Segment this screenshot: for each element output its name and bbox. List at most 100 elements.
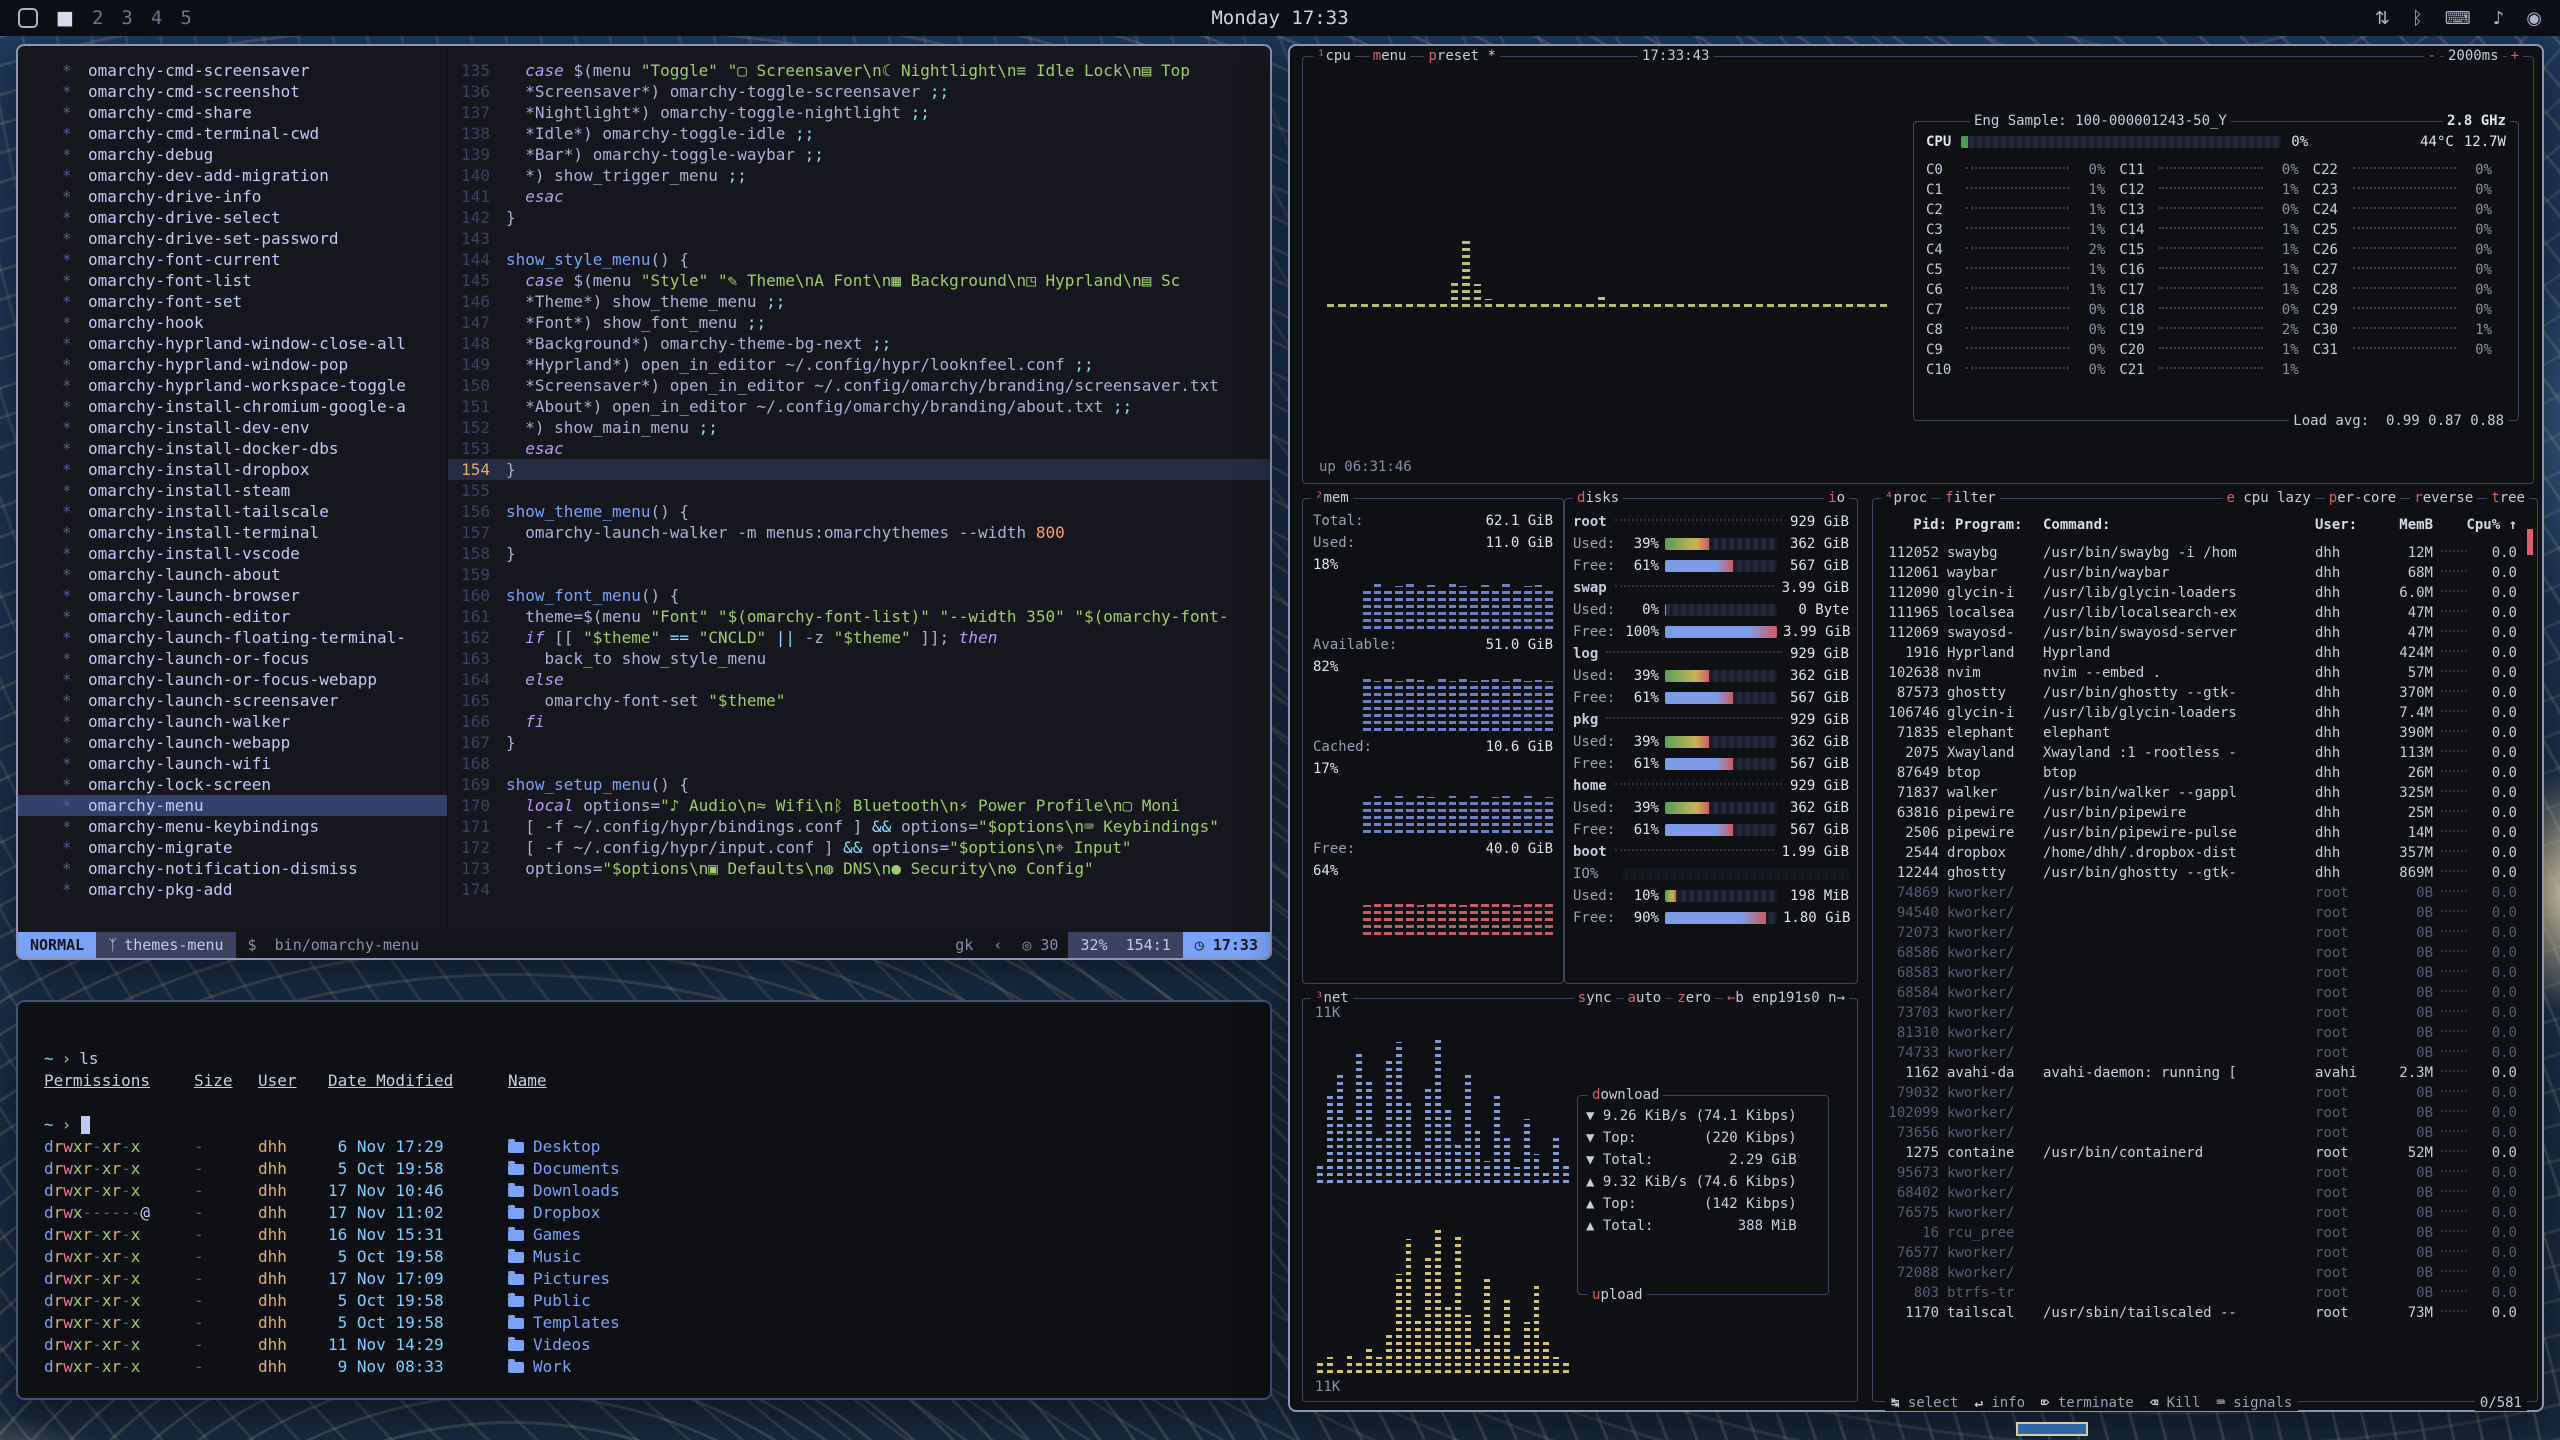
prompt-line[interactable]: ~ ›	[44, 1114, 1244, 1136]
code-line[interactable]: 144 show_style_menu() {	[448, 249, 1270, 270]
workspace-item[interactable]: 5	[180, 7, 191, 29]
process-row[interactable]: 72088 kworker/ root 0B 0.0	[1883, 1263, 2517, 1283]
filter-button[interactable]: filter	[1941, 490, 2000, 506]
process-row[interactable]: 112061 waybar /usr/bin/waybar dhh 68M 0.…	[1883, 563, 2517, 583]
interval-decrease[interactable]: -	[2424, 48, 2440, 64]
cpu-box-tab[interactable]: menu	[1369, 48, 1411, 64]
window-terminal[interactable]: ~ › ls Permissions Size User Date Modifi…	[16, 1000, 1272, 1400]
process-row[interactable]: 94540 kworker/ root 0B 0.0	[1883, 903, 2517, 923]
workspace-item[interactable]: 2	[92, 7, 103, 29]
process-row[interactable]: 111965 localsea /usr/lib/localsearch-ex …	[1883, 603, 2517, 623]
file-item[interactable]: * omarchy-lock-screen	[18, 774, 447, 795]
proc-tab[interactable]: ⁴proc	[1881, 490, 1931, 506]
code-line[interactable]: 145 case $(menu "Style" "✎ Theme\nA Font…	[448, 270, 1270, 291]
code-line[interactable]: 170 local options="♪ Audio\n≈ Wifi\nᛒ Bl…	[448, 795, 1270, 816]
file-item[interactable]: * omarchy-launch-or-focus-webapp	[18, 669, 447, 690]
code-line[interactable]: 140 *) show_trigger_menu ;;	[448, 165, 1270, 186]
process-row[interactable]: 68584 kworker/ root 0B 0.0	[1883, 983, 2517, 1003]
code-line[interactable]: 164 else	[448, 669, 1270, 690]
proc-header[interactable]: Pid: Program: Command: User: MemB Cpu% ↑	[1883, 517, 2517, 533]
io-tab[interactable]: io	[1824, 490, 1849, 506]
file-item[interactable]: * omarchy-install-tailscale	[18, 501, 447, 522]
process-row[interactable]: 1275 containe /usr/bin/containerd root 5…	[1883, 1143, 2517, 1163]
file-item[interactable]: * omarchy-install-dropbox	[18, 459, 447, 480]
file-item[interactable]: * omarchy-font-current	[18, 249, 447, 270]
code-line[interactable]: 148 *Background*) omarchy-theme-bg-next …	[448, 333, 1270, 354]
file-item[interactable]: * omarchy-menu	[18, 795, 447, 816]
process-row[interactable]: 74733 kworker/ root 0B 0.0	[1883, 1043, 2517, 1063]
process-row[interactable]: 68583 kworker/ root 0B 0.0	[1883, 963, 2517, 983]
process-row[interactable]: 74869 kworker/ root 0B 0.0	[1883, 883, 2517, 903]
file-item[interactable]: * omarchy-cmd-share	[18, 102, 447, 123]
file-item[interactable]: * omarchy-hook	[18, 312, 447, 333]
file-item[interactable]: * omarchy-launch-editor	[18, 606, 447, 627]
proc-action[interactable]: ⌨ signals	[2216, 1395, 2292, 1411]
code-line[interactable]: 141 esac	[448, 186, 1270, 207]
process-row[interactable]: 71837 walker /usr/bin/walker --gappl dhh…	[1883, 783, 2517, 803]
process-row[interactable]: 87573 ghostty /usr/bin/ghostty --gtk- dh…	[1883, 683, 2517, 703]
process-row[interactable]: 72073 kworker/ root 0B 0.0	[1883, 923, 2517, 943]
process-row[interactable]: 1162 avahi-da avahi-daemon: running [ av…	[1883, 1063, 2517, 1083]
file-item[interactable]: * omarchy-cmd-screenshot	[18, 81, 447, 102]
code-line[interactable]: 157 omarchy-launch-walker -m menus:omarc…	[448, 522, 1270, 543]
file-item[interactable]: * omarchy-install-steam	[18, 480, 447, 501]
file-item[interactable]: * omarchy-drive-info	[18, 186, 447, 207]
file-item[interactable]: * omarchy-pkg-add	[18, 879, 447, 900]
file-item[interactable]: * omarchy-install-terminal	[18, 522, 447, 543]
workspace-item[interactable]: 3	[121, 7, 132, 29]
file-item[interactable]: * omarchy-notification-dismiss	[18, 858, 447, 879]
code-line[interactable]: 147 *Font*) show_font_menu ;;	[448, 312, 1270, 333]
file-item[interactable]: * omarchy-font-list	[18, 270, 447, 291]
net-option-tab[interactable]: zero	[1673, 990, 1715, 1006]
process-row[interactable]: 87649 btop btop dhh 26M 0.0	[1883, 763, 2517, 783]
file-item[interactable]: * omarchy-install-dev-env	[18, 417, 447, 438]
process-row[interactable]: 79032 kworker/ root 0B 0.0	[1883, 1083, 2517, 1103]
process-row[interactable]: 106746 glycin-i /usr/lib/glycin-loaders …	[1883, 703, 2517, 723]
process-row[interactable]: 76577 kworker/ root 0B 0.0	[1883, 1243, 2517, 1263]
file-item[interactable]: * omarchy-launch-floating-terminal-	[18, 627, 447, 648]
proc-option-tab[interactable]: per-core	[2325, 490, 2400, 506]
code-line[interactable]: 172 [ -f ~/.config/hypr/input.conf ] && …	[448, 837, 1270, 858]
code-line[interactable]: 173 options="$options\n▣ Defaults\n◍ DNS…	[448, 858, 1270, 879]
process-row[interactable]: 2544 dropbox /home/dhh/.dropbox-dist dhh…	[1883, 843, 2517, 863]
file-item[interactable]: * omarchy-launch-about	[18, 564, 447, 585]
process-row[interactable]: 63816 pipewire /usr/bin/pipewire dhh 25M…	[1883, 803, 2517, 823]
net-option-tab[interactable]: sync	[1574, 990, 1616, 1006]
process-row[interactable]: 102099 kworker/ root 0B 0.0	[1883, 1103, 2517, 1123]
file-item[interactable]: * omarchy-menu-keybindings	[18, 816, 447, 837]
code-line[interactable]: 150 *Screensaver*) open_in_editor ~/.con…	[448, 375, 1270, 396]
file-item[interactable]: * omarchy-drive-set-password	[18, 228, 447, 249]
process-row[interactable]: 16 rcu_pree root 0B 0.0	[1883, 1223, 2517, 1243]
net-tab[interactable]: ³net	[1311, 990, 1353, 1006]
file-item[interactable]: * omarchy-install-docker-dbs	[18, 438, 447, 459]
proc-action[interactable]: ⌦ terminate	[2041, 1395, 2134, 1411]
code-line[interactable]: 174	[448, 879, 1270, 900]
proc-scrollbar[interactable]	[2527, 529, 2533, 555]
process-row[interactable]: 81310 kworker/ root 0B 0.0	[1883, 1023, 2517, 1043]
process-row[interactable]: 12244 ghostty /usr/bin/ghostty --gtk- dh…	[1883, 863, 2517, 883]
window-btop[interactable]: ¹cpu menu preset * 17:33:43 - 2000ms + u…	[1288, 44, 2544, 1412]
process-row[interactable]: 68586 kworker/ root 0B 0.0	[1883, 943, 2517, 963]
process-row[interactable]: 73703 kworker/ root 0B 0.0	[1883, 1003, 2517, 1023]
code-line[interactable]: 156 show_theme_menu() {	[448, 501, 1270, 522]
code-line[interactable]: 153 esac	[448, 438, 1270, 459]
code-line[interactable]: 163 back_to show_style_menu	[448, 648, 1270, 669]
interval-increase[interactable]: +	[2507, 48, 2523, 64]
code-line[interactable]: 154 }	[448, 459, 1270, 480]
file-item[interactable]: * omarchy-dev-add-migration	[18, 165, 447, 186]
process-row[interactable]: 112090 glycin-i /usr/lib/glycin-loaders …	[1883, 583, 2517, 603]
power-menu-icon[interactable]: ◉	[2526, 8, 2542, 29]
file-item[interactable]: * omarchy-install-chromium-google-a	[18, 396, 447, 417]
process-row[interactable]: 2506 pipewire /usr/bin/pipewire-pulse dh…	[1883, 823, 2517, 843]
file-item[interactable]: * omarchy-launch-browser	[18, 585, 447, 606]
code-line[interactable]: 166 fi	[448, 711, 1270, 732]
process-row[interactable]: 112052 swaybg /usr/bin/swaybg -i /hom dh…	[1883, 543, 2517, 563]
process-row[interactable]: 71835 elephant elephant dhh 390M 0.0	[1883, 723, 2517, 743]
file-item[interactable]: * omarchy-install-vscode	[18, 543, 447, 564]
process-row[interactable]: 102638 nvim nvim --embed . dhh 57M 0.0	[1883, 663, 2517, 683]
file-item[interactable]: * omarchy-launch-or-focus	[18, 648, 447, 669]
volume-icon[interactable]: ♪	[2493, 8, 2505, 29]
file-item[interactable]: * omarchy-cmd-terminal-cwd	[18, 123, 447, 144]
disks-tab[interactable]: disks	[1573, 490, 1623, 506]
code-line[interactable]: 146 *Theme*) show_theme_menu ;;	[448, 291, 1270, 312]
